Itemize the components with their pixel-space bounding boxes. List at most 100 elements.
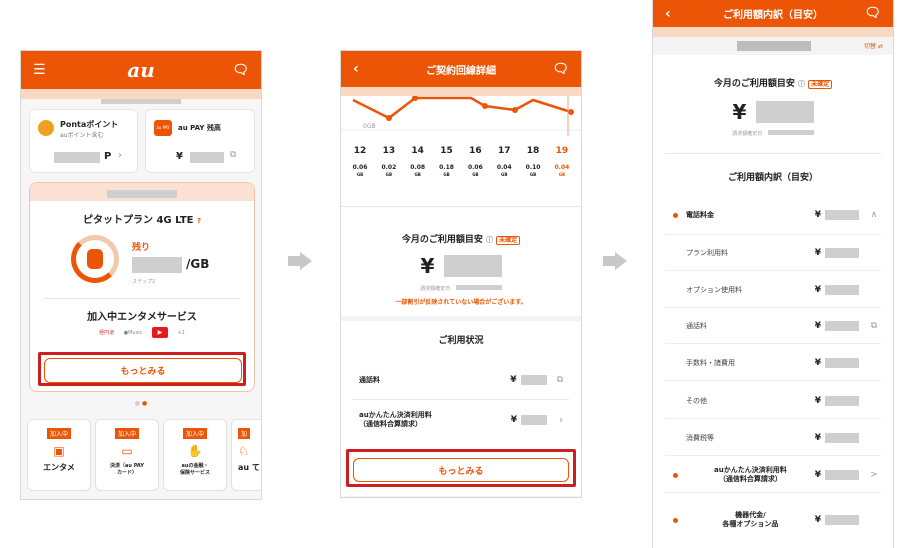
external-link-icon: ⧉	[556, 375, 563, 385]
breakdown-label: 消費税等	[686, 433, 714, 442]
data-cylinder-icon	[87, 249, 103, 269]
ponta-unit: P	[104, 151, 112, 162]
aupay-yen: ¥	[176, 151, 183, 162]
month-redacted	[737, 41, 811, 51]
card-icon: ▭	[121, 444, 133, 458]
breakdown-row[interactable]: 電話料金 ¥ ∧	[653, 200, 893, 230]
confirm-label: 請求額確定日	[732, 131, 763, 137]
day-usage-value: 0.08 GB	[405, 164, 431, 178]
yen-small: ¥	[814, 248, 821, 258]
bullet-dot-icon	[673, 288, 678, 293]
easy-payment-row[interactable]: auかんたん決済利用料 （通信料合算請求） ¥ ›	[341, 405, 581, 435]
ponta-card[interactable]: Pontaポイント auポイント含む P ›	[29, 109, 138, 173]
yen-small: ¥	[510, 375, 517, 385]
breakdown-row[interactable]: オプション使用料 ¥	[653, 275, 893, 305]
bullet-dot-icon	[673, 324, 678, 329]
chat-support-icon[interactable]: 🗨	[864, 6, 881, 21]
usage-unit: GB	[472, 172, 479, 177]
highlight-more-button	[346, 449, 576, 487]
remain-label: 残り	[132, 243, 151, 253]
info-icon[interactable]: ⓘ	[486, 236, 493, 244]
plan-card-header	[30, 183, 254, 201]
bullet-dot-icon	[673, 212, 678, 218]
confirm-label: 請求額確定日	[420, 286, 451, 292]
yen-symbol: ¥	[420, 254, 435, 278]
usage-value: 0.18	[439, 164, 454, 171]
usage-value: 0.04	[496, 164, 512, 171]
aupay-card[interactable]: au PAY au PAY 残高 ¥ ⧉	[145, 109, 255, 173]
confirm-date-redacted	[767, 130, 814, 135]
usage-value: 0.02	[381, 164, 397, 171]
breakdown-label: 機器代金/ 各種オプション品	[722, 511, 779, 528]
breakdown-row[interactable]: その他 ¥	[653, 386, 893, 416]
service-label: 決済（au PAY カード）	[110, 463, 144, 476]
usage-value: 0.10	[525, 164, 541, 171]
au-logo: au	[127, 58, 155, 82]
day-usage-value: 0.02 GB	[376, 164, 402, 178]
bullet-dot-icon	[673, 472, 678, 478]
estimate-title-row: 今月のご利用額目安 ⓘ 未確定	[653, 76, 893, 89]
subscribed-tag: 加入中	[182, 428, 207, 439]
breakdown-row[interactable]: auかんたん決済利用料 （通信料合算請求） ¥ >	[653, 460, 893, 490]
switch-link[interactable]: 切替 ⇄	[864, 41, 883, 50]
app-header: ☰ au 🗨	[21, 51, 261, 89]
usage-unit: GB	[385, 172, 393, 177]
day-label: 18	[526, 146, 540, 156]
finance-icon: ✋	[187, 444, 203, 458]
divider	[665, 343, 881, 344]
day-usage-value: 0.10 GB	[520, 164, 546, 178]
service-icon-1: 極円道	[99, 330, 115, 336]
app-header: ‹ ご契約回線詳細 🗨	[341, 51, 581, 87]
subscribed-tag: 加	[238, 428, 251, 439]
call-amount-redacted	[520, 375, 547, 385]
divider	[665, 307, 881, 308]
breakdown-row[interactable]: 消費税等 ¥	[653, 423, 893, 453]
breakdown-row[interactable]: プラン利用料 ¥	[653, 238, 893, 268]
data-ring	[71, 235, 119, 283]
divider	[665, 492, 881, 493]
confirm-date-redacted	[455, 285, 502, 290]
yen-small: ¥	[814, 321, 821, 331]
number-bar	[341, 87, 581, 102]
breakdown-label: オプション使用料	[686, 285, 742, 294]
estimate-title: 今月のご利用額目安	[401, 235, 483, 245]
breakdown-row[interactable]: 通話料 ¥ ⧉	[653, 311, 893, 341]
status-title: ご利用状況	[438, 336, 484, 346]
subscribed-tag: 加入中	[114, 428, 139, 439]
service-tile-finance[interactable]: 加入中 ✋ auの金融・ 保険サービス	[163, 419, 227, 491]
breakdown-row[interactable]: 機器代金/ 各種オプション品 ¥	[653, 505, 893, 535]
usage-unit: GB	[356, 172, 364, 177]
breakdown-title: ご利用額内訳（目安）	[727, 173, 818, 183]
service-tile-partial[interactable]: 加 ♘ au て	[231, 419, 261, 491]
breakdown-row[interactable]: 手数料・諸費用 ¥	[653, 348, 893, 378]
info-icon[interactable]: ⓘ	[798, 80, 805, 88]
service-tile-payment[interactable]: 加入中 ▭ 決済（au PAY カード）	[95, 419, 159, 491]
call-charge-row[interactable]: 通話料 ¥ ⧉	[341, 366, 581, 394]
more-services-count: +1	[177, 330, 185, 336]
menu-icon[interactable]: ☰	[33, 62, 46, 78]
remaining-data-redacted	[132, 257, 182, 273]
chat-support-icon[interactable]: 🗨	[232, 63, 249, 78]
back-chevron-icon[interactable]: ‹	[665, 6, 671, 22]
breakdown-label: 手数料・諸費用	[686, 358, 735, 367]
day-usage-value: 0.06 GB	[347, 164, 373, 178]
divider	[665, 153, 881, 154]
usage-value: 0.06	[467, 164, 483, 171]
month-bar: 切替 ⇄	[653, 37, 893, 55]
breakdown-label: プラン利用料	[686, 248, 728, 257]
amount-redacted	[825, 285, 859, 295]
aupay-title: au PAY 残高	[178, 124, 221, 132]
back-chevron-icon[interactable]: ‹	[353, 61, 359, 77]
yen-small: ¥	[814, 396, 821, 406]
ponta-sub: auポイント含む	[60, 132, 104, 139]
chat-support-icon[interactable]: 🗨	[552, 62, 569, 77]
info-icon[interactable]: ?	[197, 217, 201, 225]
plan-name-text: ピタットプラン 4G LTE	[82, 215, 194, 226]
yen-small: ¥	[814, 470, 821, 480]
service-tile-entertainment[interactable]: 加入中 ▣ エンタメ	[27, 419, 91, 491]
usage-point	[482, 103, 488, 109]
plan-divider	[44, 298, 240, 299]
divider	[665, 380, 881, 381]
estimate-panel: 今月のご利用額目安 ⓘ 未確定 ¥ 請求額確定日 一部割引が反映されていない場合…	[341, 206, 581, 316]
bullet-dot-icon	[673, 399, 678, 404]
